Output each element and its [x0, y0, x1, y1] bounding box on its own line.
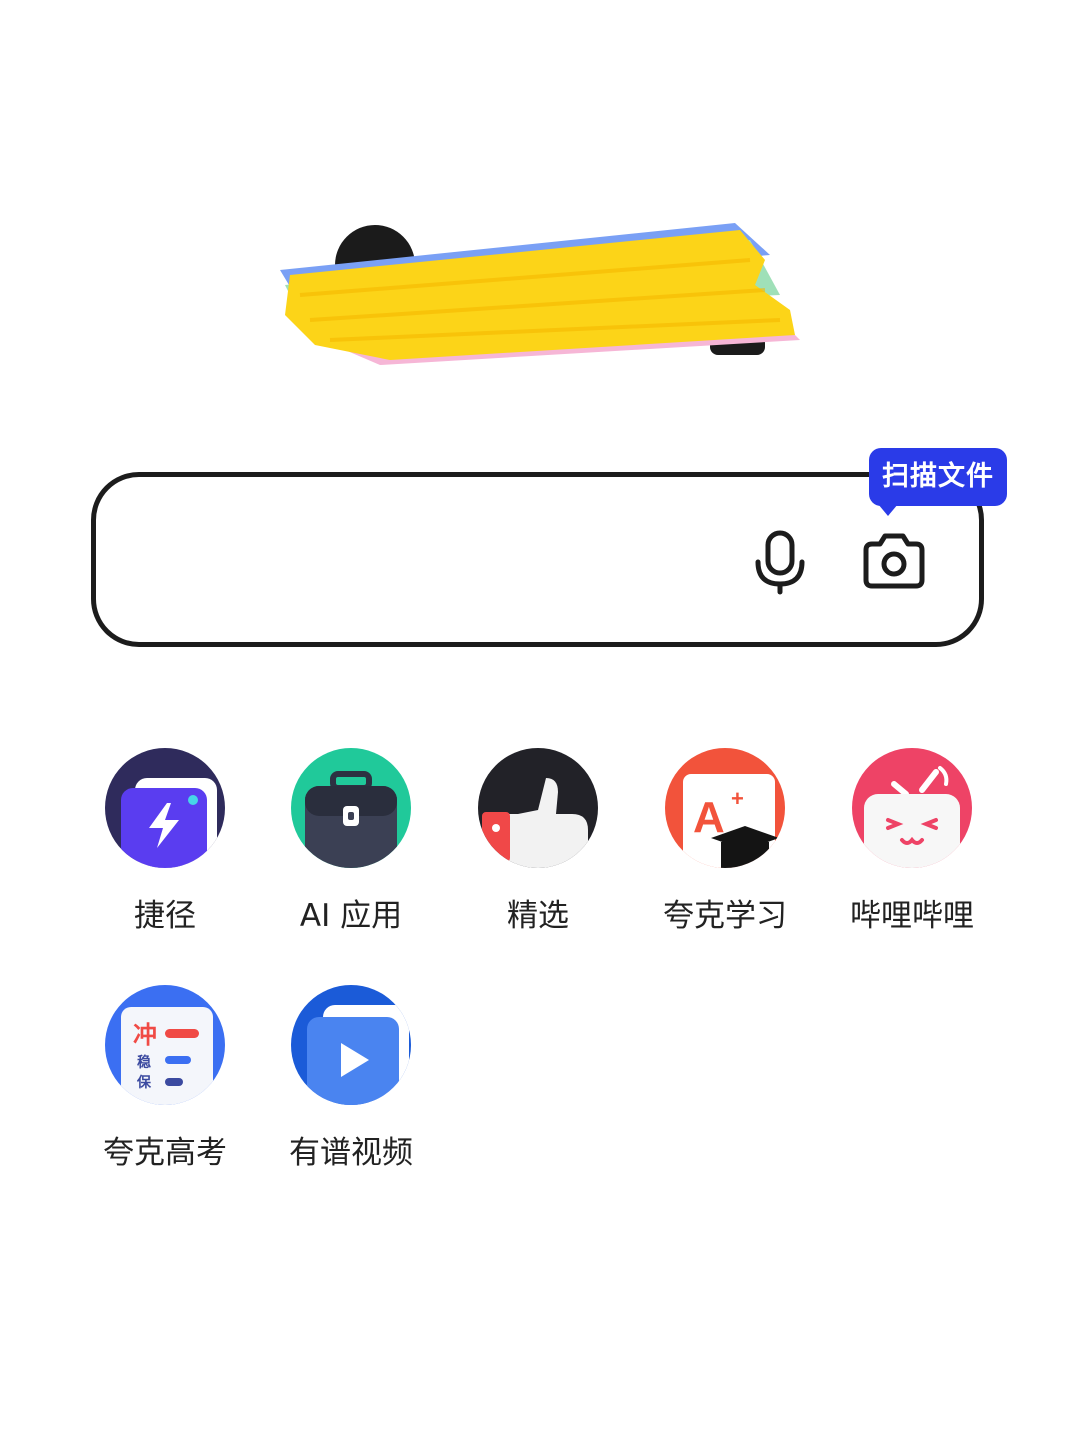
svg-text:冲: 冲 [133, 1021, 157, 1049]
app-shortcut[interactable]: 捷径 [75, 748, 255, 935]
search-input[interactable] [91, 472, 984, 647]
app-featured[interactable]: 精选 [448, 748, 628, 935]
app-label: 精选 [507, 898, 569, 934]
app-youpu-video[interactable]: 有谱视频 [261, 985, 441, 1172]
video-play-icon [291, 985, 411, 1105]
camera-icon[interactable] [860, 530, 928, 594]
thumbs-up-icon [478, 748, 598, 868]
app-label: 哔哩哔哩 [850, 898, 974, 934]
redacted-logo [280, 223, 800, 365]
microphone-icon[interactable] [750, 530, 810, 596]
app-label: AI 应用 [299, 898, 403, 934]
study-icon: A + [665, 748, 785, 868]
svg-text:+: + [731, 786, 744, 811]
svg-text:保: 保 [136, 1074, 152, 1091]
app-label: 有谱视频 [289, 1135, 413, 1171]
app-bilibili[interactable]: 哔哩哔哩 [822, 748, 1002, 935]
app-ai[interactable]: AI 应用 [261, 748, 441, 935]
tooltip-tail [878, 504, 898, 516]
app-quark-study[interactable]: A + 夸克学习 [635, 748, 815, 935]
bilibili-icon [852, 748, 972, 868]
scan-file-tooltip[interactable]: 扫描文件 [869, 448, 1007, 506]
shortcut-icon [105, 748, 225, 868]
ai-toolbox-icon [291, 748, 411, 868]
app-label: 夸克高考 [103, 1135, 227, 1171]
svg-text:A: A [693, 793, 725, 842]
app-label: 捷径 [134, 898, 196, 934]
gaokao-icon: 冲 稳 保 [105, 985, 225, 1105]
svg-text:稳: 稳 [137, 1054, 151, 1071]
app-quark-gaokao[interactable]: 冲 稳 保 夸克高考 [75, 985, 255, 1172]
app-label: 夸克学习 [663, 898, 787, 934]
